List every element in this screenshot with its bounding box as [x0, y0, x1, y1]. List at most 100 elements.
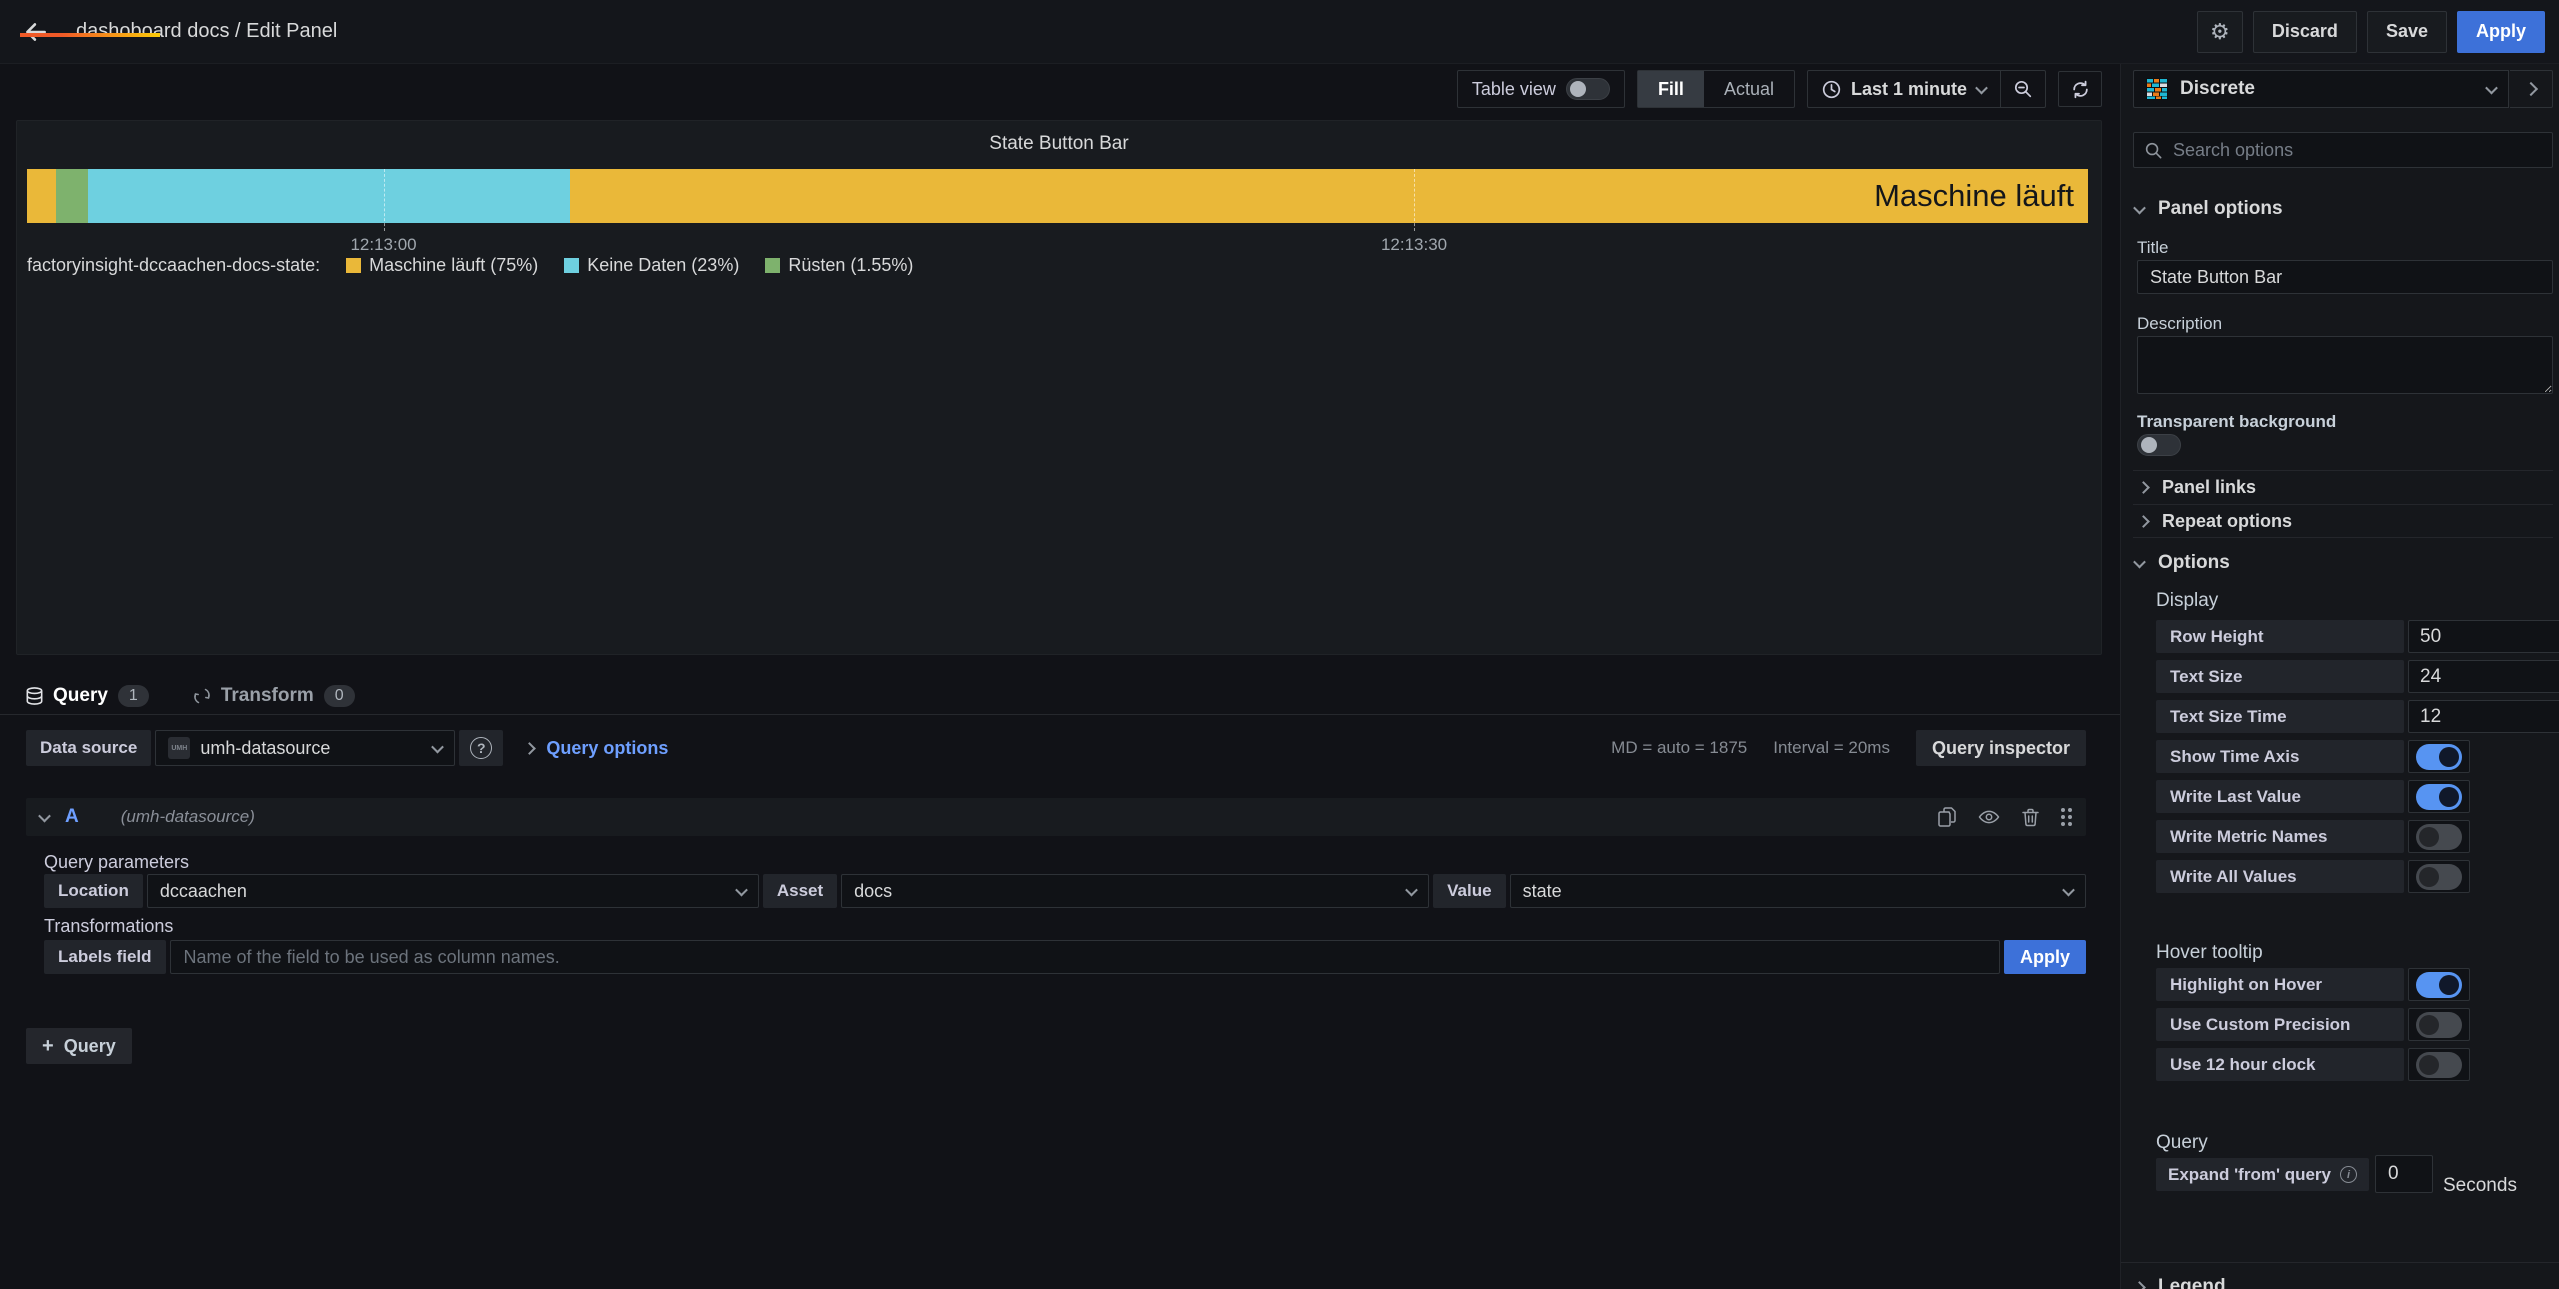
- table-view-toggle[interactable]: [1565, 78, 1610, 100]
- visualization-select[interactable]: Discrete: [2133, 70, 2509, 108]
- toggle-viz-pane-button[interactable]: [2510, 70, 2553, 108]
- row-height-input[interactable]: [2408, 620, 2559, 653]
- write-all-values-toggle[interactable]: [2408, 860, 2470, 893]
- fill-button[interactable]: Fill: [1637, 71, 1704, 107]
- labels-field-input[interactable]: [169, 940, 2000, 974]
- query-inspector-button[interactable]: Query inspector: [1915, 730, 2086, 766]
- zoom-out-icon: [2013, 79, 2033, 99]
- panel-title-input[interactable]: [2137, 260, 2553, 294]
- option-label: Row Height: [2156, 620, 2404, 653]
- query-parameters-title: Query parameters: [44, 852, 190, 872]
- repeat-options-section[interactable]: Repeat options: [2133, 504, 2553, 538]
- option-label: Show Time Axis: [2156, 740, 2404, 773]
- chevron-right-icon: [2137, 481, 2150, 494]
- panel-toolbar: Table view Fill Actual Last 1 minute: [1456, 70, 2102, 108]
- datasource-help-button[interactable]: ?: [459, 730, 504, 766]
- time-tick-label: 12:13:00: [350, 235, 417, 254]
- options-sidebar: Discrete Panel options Title Description…: [2121, 64, 2559, 1289]
- state-bar[interactable]: Maschine läuft: [27, 169, 2088, 223]
- location-label: Location: [44, 874, 143, 908]
- write-last-value-toggle[interactable]: [2408, 780, 2470, 813]
- repeat-options-title: Repeat options: [2162, 510, 2293, 531]
- zoom-out-button[interactable]: [2001, 71, 2045, 107]
- duplicate-query-icon[interactable]: [1938, 807, 1956, 827]
- legend-label: Rüsten (1.55%): [788, 255, 914, 275]
- use-custom-precision-toggle[interactable]: [2408, 1008, 2470, 1041]
- value-select[interactable]: state: [1509, 874, 2086, 908]
- options-search-input[interactable]: [2173, 139, 2542, 161]
- page-title: dashoboard docs / Edit Panel: [76, 20, 338, 42]
- datasource-label: Data source: [26, 730, 152, 766]
- tab-transform-badge: 0: [323, 685, 355, 707]
- actual-button[interactable]: Actual: [1704, 71, 1794, 107]
- state-segment-maschine-l-uft[interactable]: [27, 169, 56, 223]
- query-row-header[interactable]: A (umh-datasource): [26, 798, 2086, 836]
- chevron-right-icon: [523, 741, 537, 755]
- location-value: dccaachen: [159, 880, 247, 901]
- transform-apply-button[interactable]: Apply: [2003, 940, 2086, 974]
- hide-query-icon[interactable]: [1978, 808, 2000, 826]
- panel-preview: State Button Bar Maschine läuft factoryi…: [16, 120, 2102, 655]
- legend-section-title: Legend: [2158, 1276, 2226, 1289]
- show-time-axis-toggle[interactable]: [2408, 740, 2470, 773]
- legend-item-keine-daten-23-[interactable]: Keine Daten (23%): [564, 255, 739, 276]
- save-button[interactable]: Save: [2366, 10, 2447, 53]
- state-segment-keine-daten[interactable]: [87, 169, 571, 223]
- expand-from-query-input[interactable]: [2375, 1155, 2433, 1193]
- delete-query-icon[interactable]: [2022, 808, 2039, 827]
- title-field-label: Title: [2137, 238, 2169, 257]
- option-row-highlight-on-hover: Highlight on Hover: [2156, 968, 2536, 1001]
- query-parameters-row: Location dccaachen Asset docs Value stat…: [44, 874, 2086, 908]
- text-size-time-input[interactable]: [2408, 700, 2559, 733]
- tab-transform-label: Transform: [220, 685, 314, 706]
- legend-item-r-sten-1-55-[interactable]: Rüsten (1.55%): [765, 255, 913, 276]
- top-nav: dashoboard docs / Edit Panel ⚙ Discard S…: [0, 0, 2559, 64]
- settings-button[interactable]: ⚙: [2196, 10, 2243, 53]
- search-icon: [2144, 141, 2163, 160]
- tab-query-badge: 1: [117, 685, 149, 707]
- datasource-value: umh-datasource: [200, 737, 331, 758]
- back-button[interactable]: [14, 10, 58, 54]
- panel-links-section[interactable]: Panel links: [2133, 470, 2553, 504]
- add-query-button[interactable]: + Query: [26, 1028, 132, 1064]
- legend-item-maschine-l-uft-75-[interactable]: Maschine läuft (75%): [346, 255, 538, 276]
- plus-icon: +: [42, 1034, 54, 1057]
- query-options-toggle[interactable]: Query options: [523, 738, 668, 759]
- table-view-label: Table view: [1471, 78, 1556, 99]
- write-metric-names-toggle[interactable]: [2408, 820, 2470, 853]
- chevron-down-icon: [431, 740, 445, 753]
- legend-section-header[interactable]: Legend: [2133, 1276, 2226, 1289]
- option-row-write-all-values: Write All Values: [2156, 860, 2536, 893]
- time-range-picker[interactable]: Last 1 minute: [1808, 79, 2000, 100]
- drag-handle[interactable]: [2061, 808, 2072, 826]
- display-rows: Row Height Text Size Text Size Time Show Ti…: [2156, 620, 2559, 893]
- panel-description-textarea[interactable]: [2137, 336, 2553, 394]
- transparent-background-toggle[interactable]: [2137, 434, 2181, 456]
- location-select[interactable]: dccaachen: [146, 874, 759, 908]
- chevron-down-icon: [2485, 81, 2498, 94]
- time-gridline: [1414, 169, 1416, 231]
- use-12-hour-clock-toggle[interactable]: [2408, 1048, 2470, 1081]
- tab-transform[interactable]: Transform 0: [183, 678, 365, 714]
- expand-from-query-label: Expand 'from' query i: [2156, 1158, 2369, 1191]
- apply-button[interactable]: Apply: [2456, 10, 2545, 53]
- state-segment-r-sten[interactable]: [55, 169, 88, 223]
- options-section-header[interactable]: Options: [2133, 552, 2230, 574]
- highlight-on-hover-toggle[interactable]: [2408, 968, 2470, 1001]
- transform-icon: [193, 687, 211, 705]
- text-size-input[interactable]: [2408, 660, 2559, 693]
- table-view-group: Table view: [1456, 70, 1625, 108]
- chevron-down-icon: [1405, 883, 1419, 896]
- query-editor-tabs: Query 1 Transform 0: [0, 678, 2120, 714]
- option-label: Use Custom Precision: [2156, 1008, 2404, 1041]
- datasource-select[interactable]: UMH umh-datasource: [155, 730, 456, 766]
- panel-options-header[interactable]: Panel options: [2133, 198, 2283, 220]
- chevron-down-icon: [2062, 883, 2075, 896]
- legend-color-chip: [765, 258, 781, 273]
- discard-button[interactable]: Discard: [2252, 10, 2357, 53]
- tab-query[interactable]: Query 1: [16, 678, 159, 714]
- collapse-query-icon[interactable]: [38, 809, 51, 822]
- state-segment-maschine-l-uft[interactable]: [570, 169, 2088, 223]
- refresh-button[interactable]: [2058, 71, 2102, 107]
- asset-select[interactable]: docs: [841, 874, 1430, 908]
